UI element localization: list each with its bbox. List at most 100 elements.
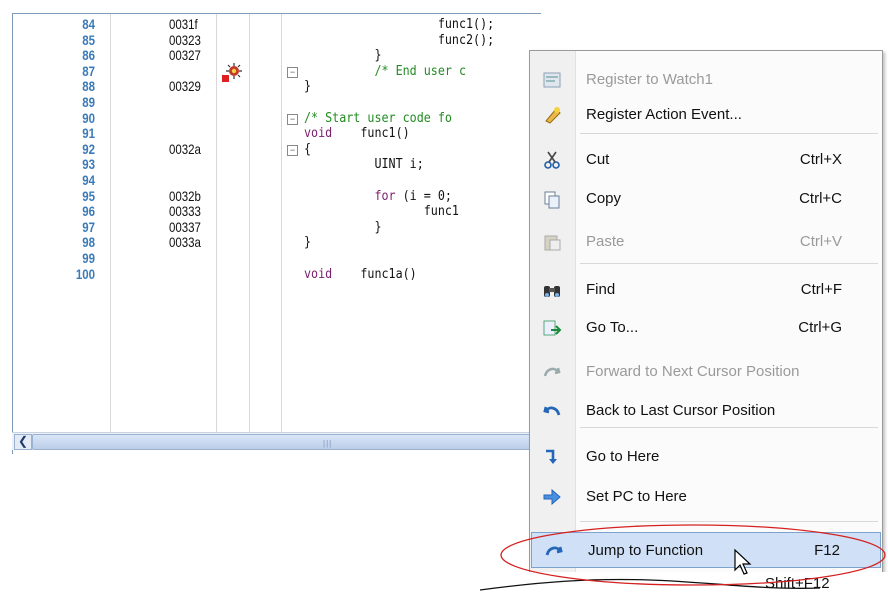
go-here-icon — [546, 449, 557, 464]
scrollbar-thumb[interactable]: ||| — [32, 434, 539, 450]
menu-item-label: Register Action Event... — [586, 106, 742, 123]
mouse-pointer-icon — [734, 548, 752, 575]
menu-item-shortcut: Ctrl+F — [800, 281, 842, 298]
menu-item-back-to-last-cursor-position[interactable]: Back to Last Cursor Position — [530, 393, 882, 429]
line-number: 84 — [82, 16, 95, 32]
action-event-icon — [545, 107, 561, 124]
address: 0031f — [169, 16, 198, 32]
line-number: 90 — [82, 109, 95, 126]
code-line[interactable]: 93 UINT i; — [13, 156, 541, 173]
set-pc-icon — [543, 488, 561, 506]
code-line[interactable]: 85 00323 func2(); — [13, 31, 541, 48]
line-number: 85 — [82, 31, 95, 48]
keyword: for — [374, 188, 396, 204]
forward-arrow-icon — [543, 367, 561, 377]
menu-item-find[interactable]: Find Ctrl+F — [530, 272, 882, 308]
source-code: for (i = 0; — [374, 188, 452, 204]
code-line[interactable]: 97 00337 } — [13, 218, 541, 235]
menu-item-register-to-watch1[interactable]: Register to Watch1 — [530, 62, 882, 98]
line-number: 100 — [75, 265, 95, 282]
menu-item-set-pc-to-here[interactable]: Set PC to Here — [530, 479, 882, 515]
menu-item-shortcut: Ctrl+G — [798, 319, 842, 336]
line-number: 99 — [82, 250, 95, 266]
code-line[interactable]: 96 00333 func1 — [13, 203, 541, 220]
source-code: } — [304, 219, 382, 235]
menu-item-register-action-event[interactable]: Register Action Event... — [530, 97, 882, 133]
code-line[interactable]: 88 00329} — [13, 78, 541, 95]
source-code: /* End user c — [304, 63, 467, 79]
line-number: 95 — [82, 187, 95, 204]
action-event-marker-icon[interactable] — [221, 62, 243, 84]
code-line[interactable]: 99 — [13, 251, 541, 266]
line-number: 98 — [82, 234, 95, 251]
menu-item-label: Register to Watch1 — [586, 71, 713, 88]
copy-icon — [544, 191, 560, 209]
line-number: 92 — [82, 140, 95, 157]
address: 00327 — [169, 47, 201, 64]
keyword: void — [304, 126, 333, 142]
address: 0032a — [169, 140, 201, 157]
code-line[interactable]: 95 0032b for (i = 0; — [13, 187, 541, 204]
code-line[interactable]: 84 0031f func1(); — [13, 16, 541, 33]
menu-item-label: Back to Last Cursor Position — [586, 402, 776, 419]
line-number: 89 — [82, 94, 95, 110]
back-arrow-icon — [543, 406, 561, 416]
menu-item-label: Forward to Next Cursor Position — [586, 363, 800, 380]
fold-toggle-icon[interactable]: − — [287, 66, 298, 78]
source-code: { — [304, 141, 312, 157]
menu-separator — [580, 521, 878, 522]
line-number: 97 — [82, 218, 95, 235]
binoculars-icon — [544, 286, 560, 297]
fold-toggle-icon[interactable]: − — [287, 113, 298, 125]
source-code: void func1() — [304, 126, 410, 142]
code-line[interactable]: 98 0033a} — [13, 234, 541, 251]
address: 00337 — [169, 218, 201, 235]
scroll-left-arrow-icon[interactable]: ❮ — [14, 434, 32, 450]
menu-item-shortcut: Ctrl+X — [799, 151, 842, 168]
highlight-callout-ellipse — [500, 524, 886, 586]
menu-item-label: Go to Here — [586, 448, 660, 465]
horizontal-scrollbar[interactable]: ❮ ||| — [12, 432, 540, 450]
context-menu: Register to Watch1 Register Action Event.… — [529, 50, 883, 597]
fold-toggle-icon[interactable]: − — [287, 144, 298, 156]
code-line[interactable]: 90 /* Start user code fo − — [13, 109, 541, 126]
keyword: void — [304, 266, 333, 282]
source-code: func1(); — [304, 17, 495, 32]
menu-item-label: Paste — [586, 233, 625, 250]
code-line[interactable]: 100 void func1a() — [13, 265, 541, 282]
address: 00323 — [169, 31, 201, 48]
line-number: 94 — [82, 172, 95, 188]
menu-item-forward-to-next-cursor-position[interactable]: Forward to Next Cursor Position — [530, 354, 882, 390]
scroll-grip-icon: ||| — [323, 439, 333, 448]
menu-item-label: Find — [586, 281, 616, 298]
paste-icon — [544, 235, 561, 251]
line-number: 86 — [82, 47, 95, 64]
goto-icon — [543, 320, 562, 336]
code-line[interactable]: 91 void func1() — [13, 125, 541, 142]
menu-item-shortcut: Ctrl+C — [799, 190, 842, 207]
source-editor[interactable]: 84 0031f func1(); 85 00323 func2(); 86 00327 … — [12, 13, 541, 454]
line-number: 87 — [82, 62, 95, 79]
line-number: 96 — [82, 203, 95, 220]
menu-item-paste[interactable]: Paste Ctrl+V — [530, 224, 882, 260]
watch-icon — [543, 72, 561, 88]
source-code: void func1a() — [304, 266, 417, 282]
line-number: 93 — [82, 156, 95, 173]
line-number: 88 — [82, 78, 95, 95]
menu-item-cut[interactable]: Cut Ctrl+X — [530, 142, 882, 178]
address: 0032b — [169, 187, 201, 204]
menu-item-go-to-here[interactable]: Go to Here — [530, 439, 882, 475]
menu-separator — [580, 133, 878, 134]
address: 00329 — [169, 78, 201, 95]
code-line[interactable]: 89 — [13, 95, 541, 110]
source-code: func1 — [304, 204, 459, 220]
menu-item-copy[interactable]: Copy Ctrl+C — [530, 181, 882, 217]
code-line[interactable]: 94 — [13, 173, 541, 188]
menu-item-shortcut: Ctrl+V — [799, 233, 842, 250]
menu-item-go-to[interactable]: Go To... Ctrl+G — [530, 310, 882, 346]
code-line[interactable]: 87 /* End user c − — [13, 62, 541, 79]
line-number: 91 — [82, 125, 95, 142]
menu-separator — [580, 263, 878, 264]
code-line[interactable]: 86 00327 } — [13, 47, 541, 64]
code-line[interactable]: 92 0032a {− — [13, 140, 541, 157]
